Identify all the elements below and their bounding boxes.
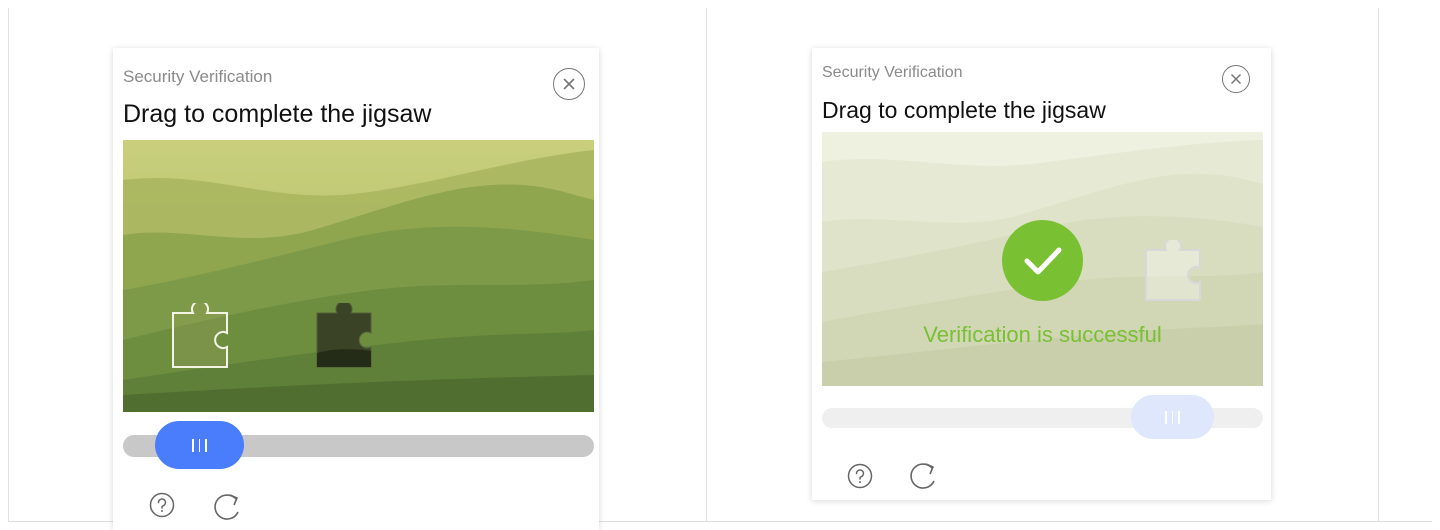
captcha-panel-active: Security Verification Drag to complete t… [113, 48, 599, 530]
jigsaw-slot [1145, 240, 1201, 301]
help-icon[interactable] [149, 492, 175, 518]
jigsaw-image [123, 140, 594, 412]
panel-title: Drag to complete the jigsaw [123, 100, 432, 128]
jigsaw-piece[interactable] [315, 303, 375, 369]
refresh-icon[interactable] [209, 490, 243, 524]
refresh-icon[interactable] [905, 459, 939, 493]
jigsaw-image: Verification is successful [822, 132, 1263, 386]
grip-icon [192, 438, 207, 452]
grip-icon [1165, 410, 1180, 424]
slider-handle [1131, 395, 1214, 439]
captcha-panel-success: Security Verification Drag to complete t… [812, 48, 1271, 500]
panel-eyebrow: Security Verification [822, 64, 963, 81]
divider-middle [706, 8, 707, 522]
jigsaw-slot [172, 303, 228, 368]
panel-title: Drag to complete the jigsaw [822, 97, 1106, 123]
divider-right [1378, 8, 1379, 522]
close-circle-icon[interactable] [1222, 65, 1250, 93]
success-message: Verification is successful [923, 322, 1162, 347]
check-circle-icon [1002, 220, 1083, 301]
close-circle-icon[interactable] [553, 68, 585, 100]
panel-eyebrow: Security Verification [123, 67, 273, 86]
help-icon[interactable] [847, 463, 873, 489]
slider-handle[interactable] [155, 421, 244, 469]
divider-left [8, 8, 9, 522]
landscape-image [123, 140, 594, 412]
